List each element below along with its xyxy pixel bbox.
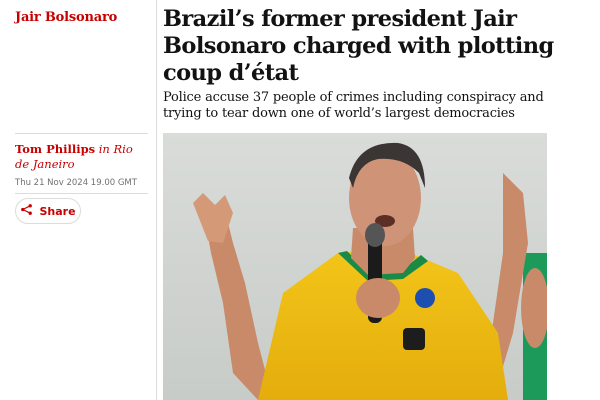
article-headline: Brazil’s former president Jair Bolsonaro… xyxy=(163,6,554,86)
dateline: Thu 21 Nov 2024 19.00 GMT xyxy=(15,178,137,188)
photo-illustration xyxy=(163,133,547,400)
meta-divider-top xyxy=(15,133,148,134)
meta-divider-bottom xyxy=(15,193,148,194)
section-label[interactable]: Jair Bolsonaro xyxy=(15,10,117,25)
article-meta-column: Jair Bolsonaro Tom Phillips in Rio de Ja… xyxy=(0,0,157,400)
byline: Tom Phillips in Rio de Janeiro xyxy=(15,142,150,172)
share-label: Share xyxy=(39,204,76,218)
main-photo xyxy=(163,133,547,400)
article-standfirst: Police accuse 37 people of crimes includ… xyxy=(163,90,544,121)
author-link[interactable]: Tom Phillips xyxy=(15,142,95,156)
share-button[interactable]: Share xyxy=(15,198,81,224)
share-icon xyxy=(20,203,33,219)
